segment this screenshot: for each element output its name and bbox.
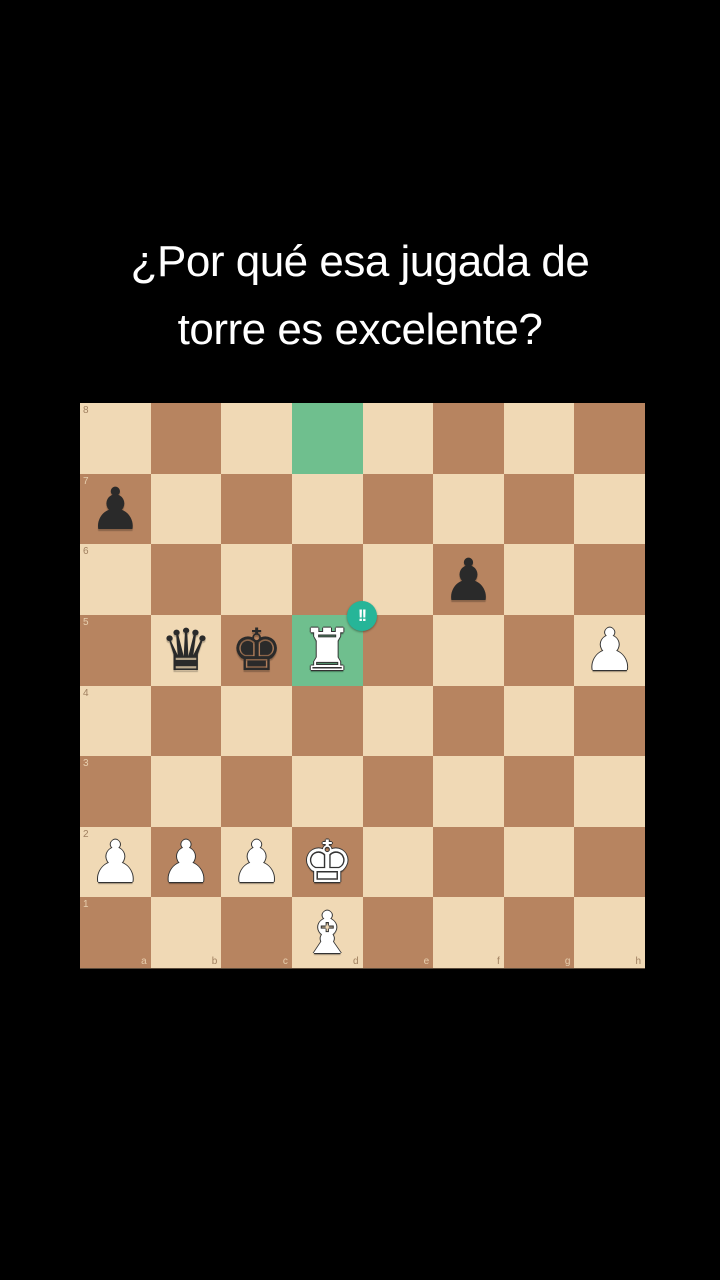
square-f4[interactable]: [433, 685, 504, 757]
square-h5[interactable]: ♟: [574, 614, 645, 686]
white-king-icon[interactable]: ♚: [301, 833, 353, 891]
square-c8[interactable]: [221, 403, 292, 474]
rank-label: 6: [83, 546, 89, 558]
square-b8[interactable]: [150, 403, 222, 474]
square-d3[interactable]: [291, 756, 363, 827]
rank-label: 5: [83, 616, 89, 628]
rank-label: 4: [83, 687, 89, 699]
square-b1[interactable]: b: [150, 897, 222, 968]
file-label: c: [282, 956, 288, 967]
square-e8[interactable]: [362, 403, 434, 474]
file-label: g: [564, 956, 571, 967]
white-bishop-icon[interactable]: ♝: [301, 904, 353, 962]
square-h1[interactable]: h: [574, 897, 645, 968]
square-b3[interactable]: [150, 756, 222, 827]
square-g3[interactable]: [503, 756, 575, 827]
square-a6[interactable]: 6: [80, 544, 151, 615]
square-d8[interactable]: [291, 403, 363, 474]
square-d5[interactable]: ♜!!: [291, 600, 377, 686]
square-f3[interactable]: [433, 756, 504, 827]
file-label: a: [141, 956, 147, 967]
file-label: b: [211, 956, 218, 967]
square-e6[interactable]: [362, 544, 434, 615]
square-h3[interactable]: [574, 756, 645, 827]
square-b5[interactable]: ♛: [150, 614, 222, 686]
square-c6[interactable]: [221, 544, 292, 615]
rank-label: 7: [83, 475, 89, 487]
square-f5[interactable]: [433, 614, 504, 686]
square-c5[interactable]: ♚: [221, 614, 292, 686]
square-d7[interactable]: [291, 473, 363, 545]
square-b2[interactable]: ♟: [150, 826, 222, 898]
square-g5[interactable]: [503, 614, 575, 686]
white-pawn-icon[interactable]: ♟: [160, 833, 212, 891]
file-label: h: [635, 956, 641, 967]
square-g1[interactable]: g: [503, 897, 575, 968]
square-h7[interactable]: [574, 473, 645, 545]
white-rook-icon[interactable]: ♜: [301, 621, 353, 679]
square-h2[interactable]: [574, 826, 645, 898]
square-f1[interactable]: f: [433, 897, 504, 968]
white-pawn-icon[interactable]: ♟: [89, 833, 141, 891]
square-b4[interactable]: [150, 685, 222, 757]
square-f7[interactable]: [433, 473, 504, 545]
caption-line-1: ¿Por qué esa jugada de: [130, 237, 590, 286]
square-c3[interactable]: [221, 756, 292, 827]
square-e7[interactable]: [362, 473, 434, 545]
black-king-icon[interactable]: ♚: [231, 621, 283, 679]
square-h6[interactable]: [574, 544, 645, 615]
chess-board[interactable]: 8 7 ♟ 6 ♟ 5 ♛ ♚ ♜!! ♟ 4 3 2 ♟ ♟ ♟ ♚ 1 a b c d ♝ e f g h: [80, 403, 645, 968]
black-pawn-icon[interactable]: ♟: [89, 480, 141, 538]
square-e1[interactable]: e: [362, 897, 434, 968]
rank-label: 8: [83, 405, 89, 416]
square-h8[interactable]: [574, 403, 645, 474]
file-label: d: [352, 956, 359, 967]
square-b7[interactable]: [150, 473, 222, 545]
caption: ¿Por qué esa jugada de torre es excelent…: [0, 228, 720, 364]
square-g6[interactable]: [503, 544, 575, 615]
brilliant-move-badge: !!: [346, 600, 377, 631]
square-b6[interactable]: [150, 544, 222, 615]
file-label: e: [423, 956, 430, 967]
square-c7[interactable]: [221, 473, 292, 545]
caption-line-2: torre es excelente?: [177, 305, 543, 354]
square-g7[interactable]: [503, 473, 575, 545]
square-g2[interactable]: [503, 826, 575, 898]
black-pawn-icon[interactable]: ♟: [442, 551, 494, 609]
square-c1[interactable]: c: [221, 897, 292, 968]
rank-label: 2: [83, 828, 89, 840]
square-g4[interactable]: [503, 685, 575, 757]
square-a8[interactable]: 8: [80, 403, 151, 474]
square-a5[interactable]: 5: [80, 614, 151, 686]
square-a3[interactable]: 3: [80, 756, 151, 827]
rank-label: 3: [83, 758, 89, 770]
square-d1[interactable]: d ♝: [291, 897, 363, 968]
square-c2[interactable]: ♟: [221, 826, 292, 898]
square-a1[interactable]: 1a: [80, 897, 151, 968]
square-a2[interactable]: 2 ♟: [80, 826, 151, 898]
square-a7[interactable]: 7 ♟: [80, 473, 151, 545]
white-pawn-icon[interactable]: ♟: [584, 621, 636, 679]
rank-label: 1: [83, 899, 89, 911]
white-pawn-icon[interactable]: ♟: [231, 833, 283, 891]
black-queen-icon[interactable]: ♛: [160, 621, 212, 679]
square-g8[interactable]: [503, 403, 575, 474]
file-label: f: [496, 956, 500, 967]
square-h4[interactable]: [574, 685, 645, 757]
square-e2[interactable]: [362, 826, 434, 898]
square-f8[interactable]: [433, 403, 504, 474]
square-f6[interactable]: ♟: [433, 544, 504, 615]
square-a4[interactable]: 4: [80, 685, 151, 757]
square-d2[interactable]: ♚: [291, 826, 363, 898]
square-e4[interactable]: [362, 685, 434, 757]
square-c4[interactable]: [221, 685, 292, 757]
square-d4[interactable]: [291, 685, 363, 757]
square-f2[interactable]: [433, 826, 504, 898]
square-e3[interactable]: [362, 756, 434, 827]
